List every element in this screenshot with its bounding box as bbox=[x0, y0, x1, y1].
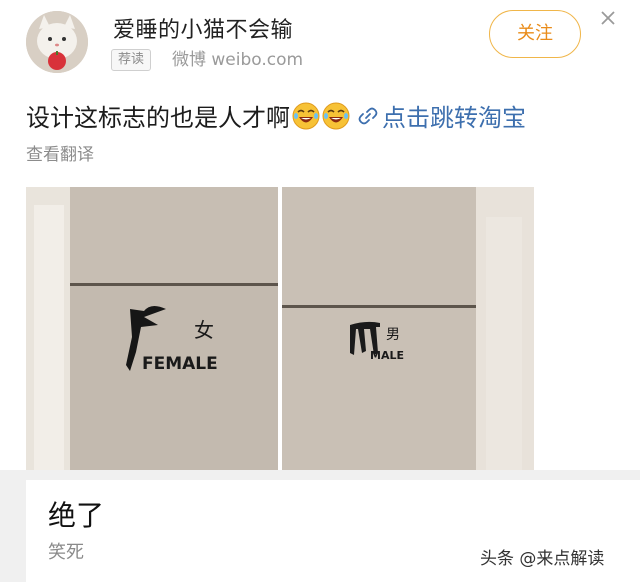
male-restroom-photo: 男 MALE bbox=[282, 187, 534, 470]
link-icon bbox=[358, 107, 378, 124]
close-icon[interactable] bbox=[598, 8, 618, 28]
translate-button[interactable]: 查看翻译 bbox=[26, 140, 94, 165]
recommend-badge: 荐读 bbox=[111, 49, 152, 71]
post-body: 设计这标志的也是人才啊 bbox=[26, 104, 290, 132]
post-image-female-sign[interactable]: 女 FEMALE bbox=[26, 187, 278, 470]
female-restroom-photo: 女 FEMALE bbox=[26, 187, 278, 470]
svg-text:FEMALE: FEMALE bbox=[142, 354, 218, 374]
post-image-male-sign[interactable]: 男 MALE bbox=[282, 187, 534, 470]
cat-avatar-icon bbox=[26, 11, 88, 73]
svg-text:女: 女 bbox=[194, 318, 214, 342]
username[interactable]: 爱睡的小猫不会输 bbox=[113, 12, 293, 44]
avatar[interactable] bbox=[26, 11, 88, 73]
caption-title: 绝了 bbox=[48, 499, 105, 532]
follow-button[interactable]: 关注 bbox=[489, 10, 581, 58]
weibo-post-card: 爱睡的小猫不会输 荐读 微博 weibo.com 关注 设计这标志的也是人才啊 bbox=[0, 0, 640, 470]
link-label: 点击跳转淘宝 bbox=[382, 104, 526, 132]
laughing-crying-emoji-icon bbox=[322, 102, 350, 129]
taobao-link[interactable]: 点击跳转淘宝 bbox=[358, 98, 526, 133]
caption-subtitle: 笑死 bbox=[48, 542, 84, 563]
post-source: 微博 weibo.com bbox=[172, 50, 304, 70]
svg-text:男: 男 bbox=[386, 327, 400, 343]
toutiao-watermark: 头条 @来点解读 bbox=[480, 549, 605, 569]
laughing-crying-emoji-icon bbox=[292, 102, 320, 129]
svg-text:MALE: MALE bbox=[370, 349, 404, 362]
post-text-line: 设计这标志的也是人才啊 点击跳转淘宝 bbox=[26, 98, 526, 133]
